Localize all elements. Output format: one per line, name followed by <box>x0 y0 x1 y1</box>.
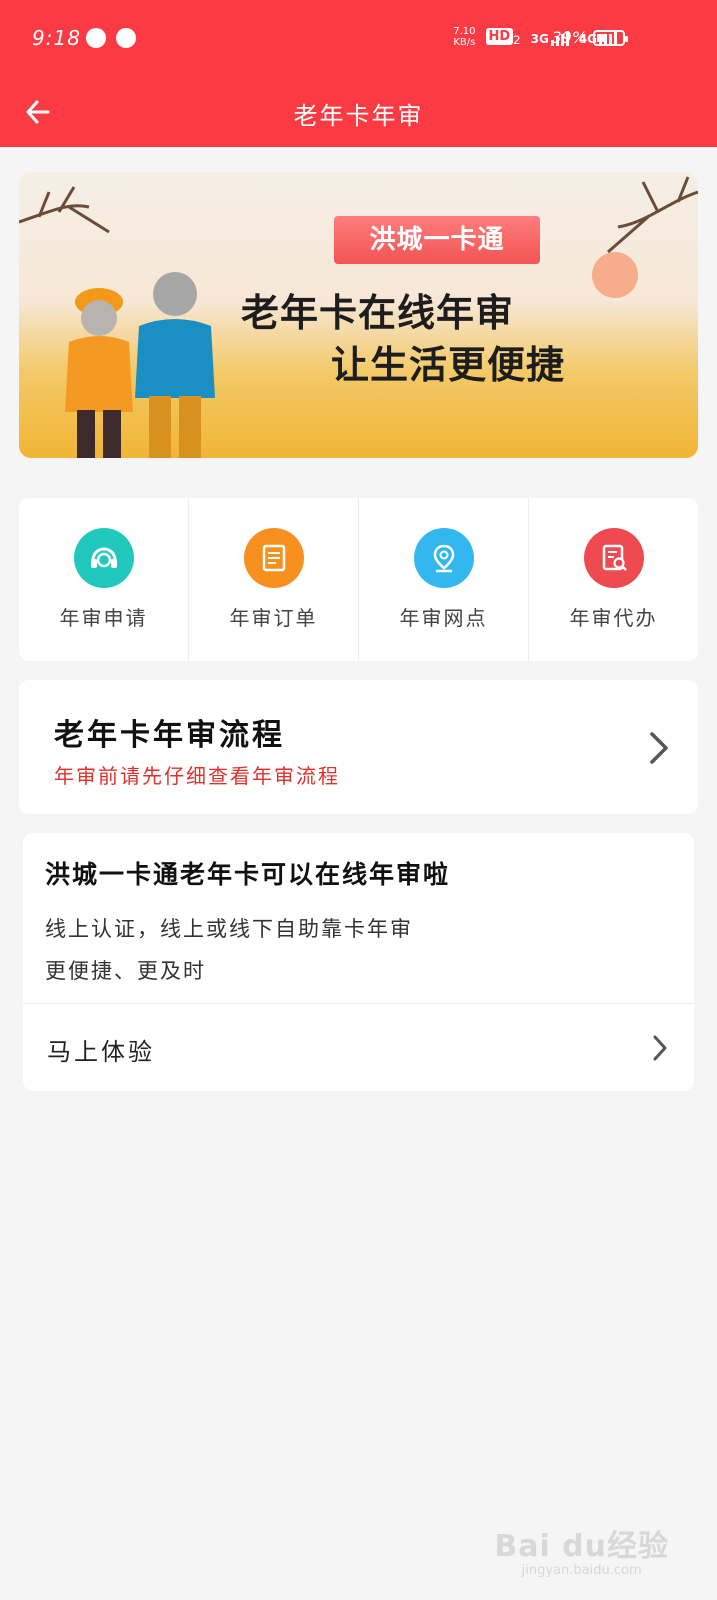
elderly-man-illustration <box>135 272 215 458</box>
signal-3g-label: 3G <box>530 32 549 46</box>
promo-line-1: 线上认证，线上或线下自助靠卡年审 <box>45 917 413 941</box>
branch-left-icon <box>19 186 110 234</box>
battery-icon <box>593 30 628 46</box>
header-bar: 老年卡年审 <box>0 80 717 147</box>
app-notification-icon <box>86 28 106 48</box>
quick-action-outlets[interactable]: 年审网点 <box>359 498 529 661</box>
status-time: 9:18 <box>32 26 81 50</box>
elderly-woman-illustration <box>65 288 133 458</box>
quick-action-apply[interactable]: 年审申请 <box>19 498 189 661</box>
flow-title: 老年卡年审流程 <box>54 718 285 753</box>
notification-icons <box>86 28 136 48</box>
quick-action-agent[interactable]: 年审代办 <box>529 498 698 661</box>
page-title: 老年卡年审 <box>293 102 424 130</box>
watermark: Bai du经验 jingyan.baidu.com <box>494 1521 669 1578</box>
chevron-right-icon <box>650 732 668 764</box>
net-speed-value: 7.10 <box>453 26 476 37</box>
chevron-right-icon <box>653 1035 667 1061</box>
browser-notification-icon <box>116 28 136 48</box>
flow-subtitle: 年审前请先仔细查看年审流程 <box>54 764 340 788</box>
banner-subheadline: 让生活更便捷 <box>331 343 566 387</box>
quick-action-label: 年审代办 <box>569 606 658 630</box>
quick-actions: 年审申请 年审订单 年审网点 年审代办 <box>19 498 698 661</box>
search-document-icon <box>583 528 644 588</box>
document-icon <box>243 528 304 588</box>
hd-sub: 2 <box>513 32 521 47</box>
net-speed-unit: KB/s <box>453 37 476 48</box>
sun-decoration <box>592 252 638 298</box>
quick-action-label: 年审网点 <box>399 606 488 630</box>
banner-headline: 老年卡在线年审 <box>241 291 515 335</box>
quick-action-label: 年审申请 <box>59 606 148 630</box>
watermark-brand: Bai du经验 <box>494 1529 669 1564</box>
hd-label: HD <box>485 27 514 45</box>
quick-action-label: 年审订单 <box>229 606 318 630</box>
watermark-url: jingyan.baidu.com <box>521 1563 642 1578</box>
quick-action-orders[interactable]: 年审订单 <box>189 498 359 661</box>
online-review-promo-card: 洪城一卡通老年卡可以在线年审啦 线上认证，线上或线下自助靠卡年审 更便捷、更及时… <box>23 833 694 1091</box>
status-bar: 9:18 7.10 KB/s HD 2 3G 4G 39% <box>0 0 717 80</box>
hd-icon: HD 2 <box>485 27 521 47</box>
promo-banner[interactable]: 洪城一卡通 老年卡在线年审 让生活更便捷 <box>19 172 698 458</box>
annual-review-flow-card[interactable]: 老年卡年审流程 年审前请先仔细查看年审流程 <box>19 680 698 814</box>
promo-line-2: 更便捷、更及时 <box>45 959 206 983</box>
net-speed: 7.10 KB/s <box>453 26 475 48</box>
battery-percent: 39% <box>551 28 587 47</box>
headset-icon <box>73 528 134 588</box>
banner-ribbon: 洪城一卡通 <box>304 216 570 264</box>
try-now-label: 马上体验 <box>47 1038 155 1066</box>
location-pin-icon <box>413 528 474 588</box>
try-now-row[interactable]: 马上体验 <box>23 1004 694 1091</box>
promo-title: 洪城一卡通老年卡可以在线年审啦 <box>45 860 451 889</box>
